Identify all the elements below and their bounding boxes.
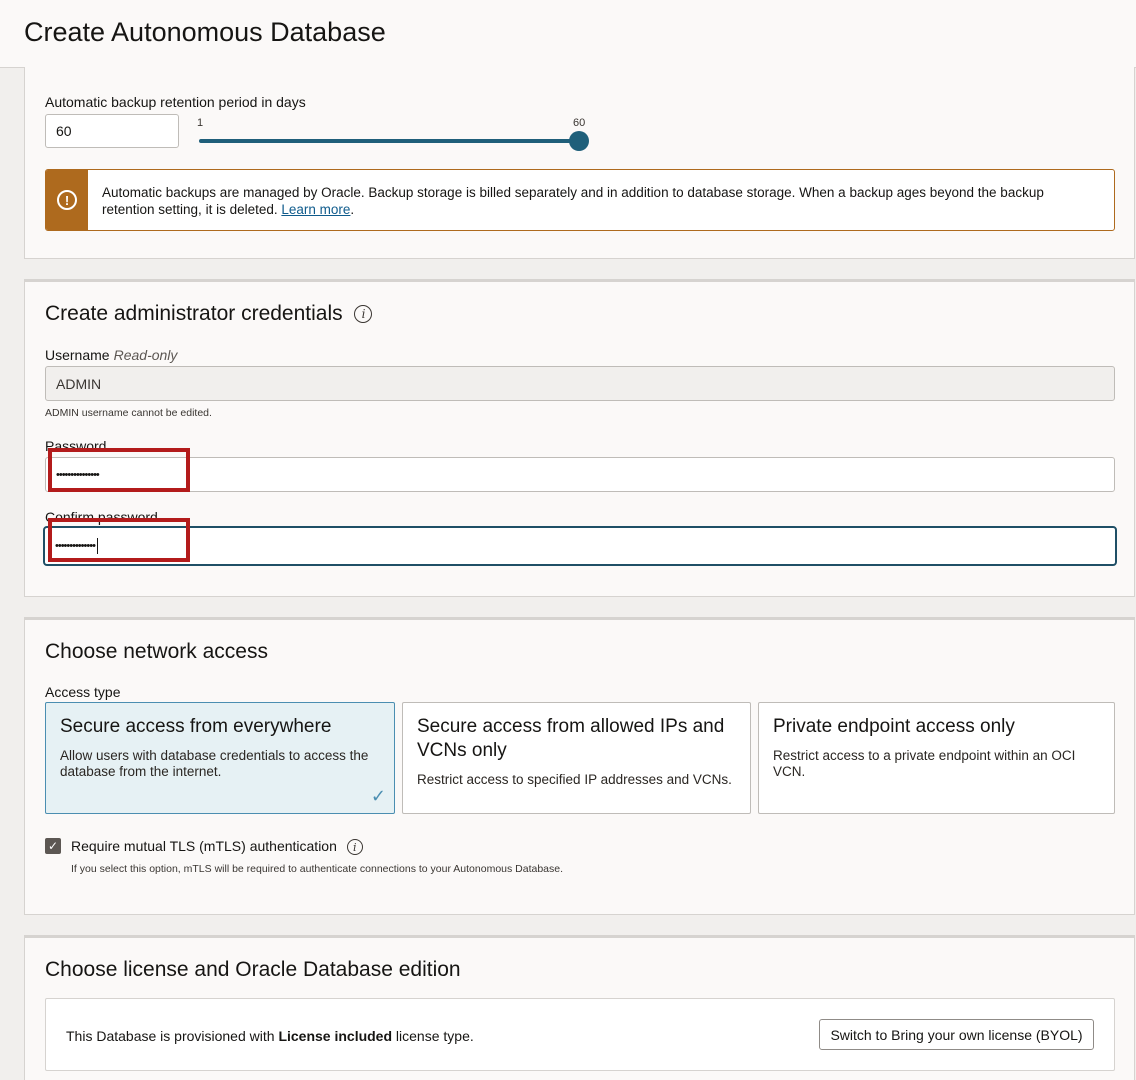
access-option-allowed-ips[interactable]: Secure access from allowed IPs and VCNs …	[402, 702, 751, 814]
license-type-bold: License included	[278, 1028, 393, 1044]
username-label: Username Read-only	[45, 347, 177, 363]
notice-text-block: Automatic backups are managed by Oracle.…	[102, 184, 1094, 218]
access-option-desc: Allow users with database credentials to…	[60, 748, 369, 779]
learn-more-link[interactable]: Learn more	[281, 202, 350, 217]
notice-period: .	[350, 202, 355, 217]
username-help-text: ADMIN username cannot be edited.	[45, 407, 212, 419]
mtls-label: Require mutual TLS (mTLS) authentication…	[71, 838, 363, 856]
backup-retention-input[interactable]: 60	[45, 114, 179, 148]
confirm-password-highlight-box	[48, 518, 190, 562]
slider-handle[interactable]	[569, 131, 589, 151]
slider-min-label: 1	[197, 117, 204, 129]
confirm-password-field[interactable]: ••••••••••••••	[43, 526, 1117, 566]
credentials-title: Create administrator credentials i	[45, 302, 373, 326]
license-panel: Choose license and Oracle Database editi…	[24, 935, 1135, 1080]
backup-retention-label: Automatic backup retention period in day…	[45, 94, 306, 110]
notice-text: Automatic backups are managed by Oracle.…	[102, 185, 1044, 217]
license-text-prefix: This Database is provisioned with	[66, 1028, 275, 1044]
license-text-suffix: license type.	[395, 1028, 474, 1044]
network-title: Choose network access	[45, 640, 268, 663]
notice-icon-bar: !	[46, 170, 88, 230]
username-field: ADMIN	[45, 366, 1115, 401]
credentials-title-text: Create administrator credentials	[45, 302, 343, 325]
info-icon[interactable]: i	[354, 305, 373, 324]
license-title: Choose license and Oracle Database editi…	[45, 958, 461, 981]
info-icon[interactable]: i	[346, 839, 363, 856]
username-label-text: Username	[45, 347, 110, 363]
password-field[interactable]: •••••••••••••••	[45, 457, 1115, 492]
mtls-checkbox[interactable]: ✓	[45, 838, 61, 854]
page-title: Create Autonomous Database	[24, 17, 386, 47]
access-option-title: Private endpoint access only	[773, 716, 1015, 737]
slider-max-label: 60	[573, 117, 586, 129]
access-option-desc: Restrict access to specified IP addresse…	[417, 772, 732, 787]
access-option-title: Secure access from everywhere	[60, 716, 332, 737]
backup-retention-slider[interactable]	[199, 139, 579, 143]
access-option-private-endpoint[interactable]: Private endpoint access only Restrict ac…	[758, 702, 1115, 814]
mtls-label-text: Require mutual TLS (mTLS) authentication	[71, 838, 337, 854]
backup-notice: ! Automatic backups are managed by Oracl…	[45, 169, 1115, 231]
license-info-box: This Database is provisioned with Licens…	[45, 998, 1115, 1071]
license-text: This Database is provisioned with Licens…	[66, 1028, 474, 1044]
switch-byol-button[interactable]: Switch to Bring your own license (BYOL)	[819, 1019, 1094, 1050]
checkmark-icon: ✓	[370, 786, 386, 806]
warning-icon: !	[57, 190, 77, 210]
mtls-help-text: If you select this option, mTLS will be …	[71, 863, 564, 875]
page-header: Create Autonomous Database	[0, 0, 1136, 68]
network-panel: Choose network access Access type Secure…	[24, 617, 1135, 915]
access-option-title: Secure access from allowed IPs and VCNs …	[417, 716, 725, 761]
backup-panel: Automatic backup retention period in day…	[24, 67, 1135, 259]
password-highlight-box	[48, 448, 190, 492]
access-option-everywhere[interactable]: Secure access from everywhere Allow user…	[45, 702, 395, 814]
credentials-panel: Create administrator credentials i Usern…	[24, 279, 1135, 597]
access-type-label: Access type	[45, 684, 121, 700]
access-option-desc: Restrict access to a private endpoint wi…	[773, 748, 1076, 779]
read-only-tag: Read-only	[113, 347, 178, 363]
